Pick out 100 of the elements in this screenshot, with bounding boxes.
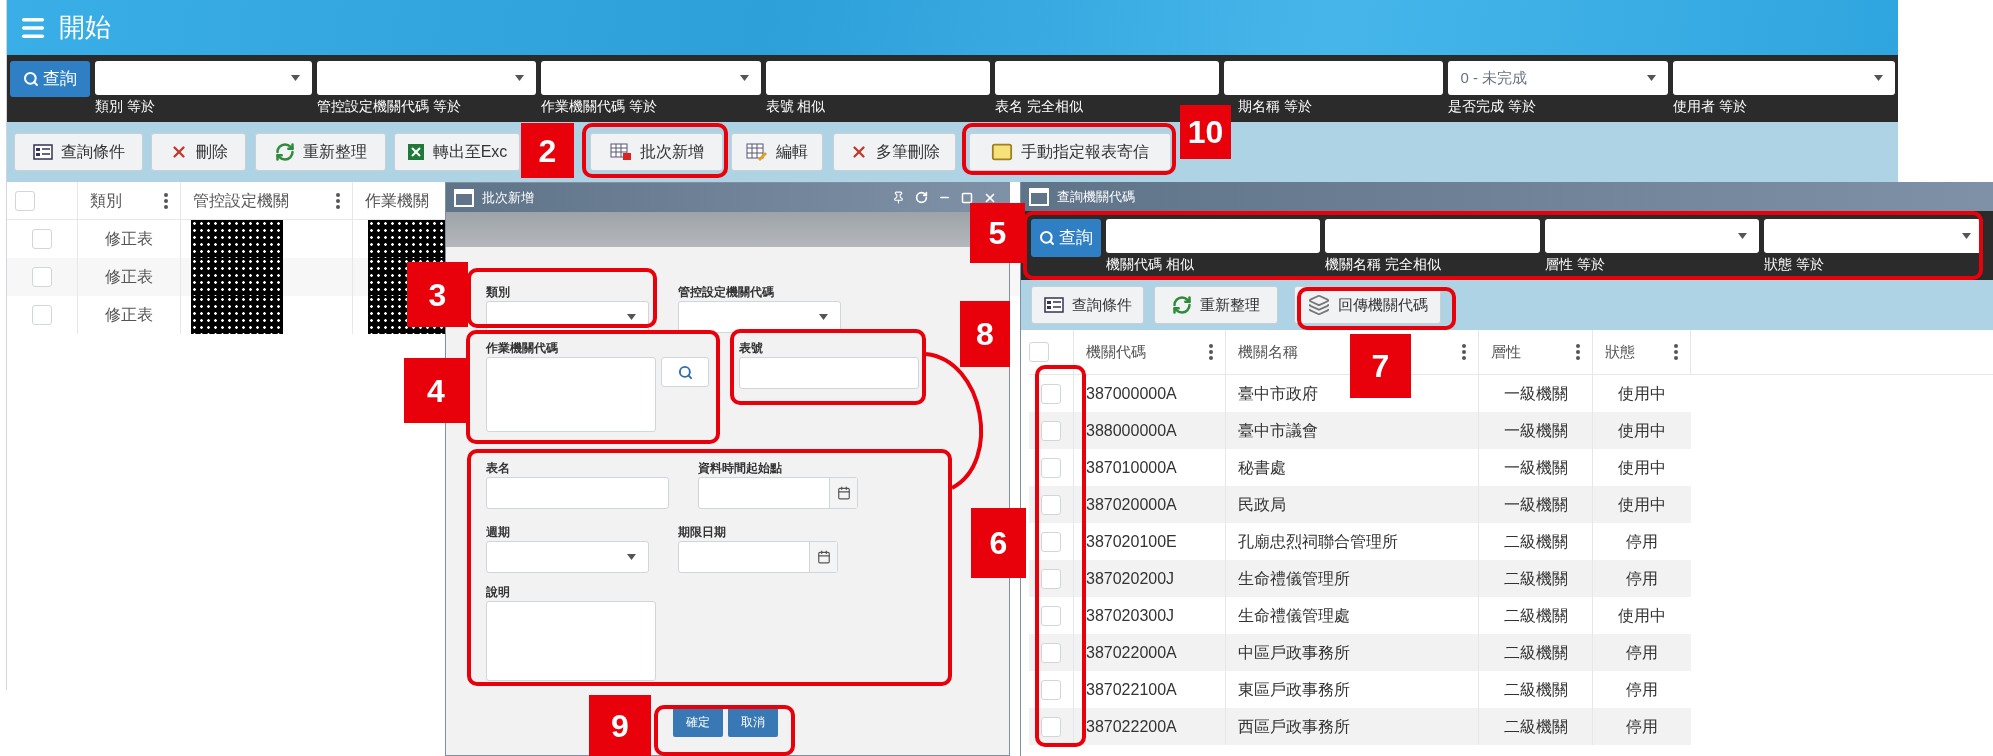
search-button[interactable] — [661, 357, 709, 387]
caret-icon — [627, 554, 636, 560]
table-cell-text: 臺中市政府 — [1238, 383, 1318, 404]
checkbox[interactable] — [1041, 420, 1061, 441]
table-cell-text: 387010000A — [1086, 457, 1177, 478]
search-button[interactable]: 查詢 — [1031, 219, 1101, 257]
search-icon — [677, 364, 693, 380]
checkbox[interactable] — [1041, 605, 1061, 626]
select-field[interactable] — [486, 541, 649, 573]
input-field[interactable] — [1324, 219, 1540, 253]
step-number: 7 — [1350, 334, 1411, 398]
field-label: 作業機關代碼 — [486, 340, 559, 357]
grid-add-icon — [609, 143, 632, 161]
form-icon — [1043, 297, 1064, 313]
toolbar-button[interactable]: 重新整理 — [1154, 286, 1278, 324]
checkbox[interactable] — [15, 190, 35, 211]
checkbox[interactable] — [1041, 642, 1061, 663]
checkbox[interactable] — [1041, 568, 1061, 589]
toolbar-button[interactable]: 編輯 — [731, 133, 823, 171]
form-icon — [32, 144, 53, 160]
input-field[interactable] — [994, 61, 1220, 95]
reload-icon[interactable] — [915, 191, 928, 204]
table-cell-text: 生命禮儀管理所 — [1238, 568, 1350, 589]
select-field[interactable] — [94, 61, 313, 95]
field-label: 期限日期 — [678, 524, 727, 541]
column-header[interactable]: 管控設定機關 — [181, 182, 353, 219]
checkbox[interactable] — [1041, 679, 1061, 700]
table-cell-text: 民政局 — [1238, 494, 1286, 515]
calendar-icon[interactable] — [816, 550, 831, 564]
date-field[interactable] — [678, 541, 838, 573]
select-field[interactable] — [1672, 61, 1895, 95]
toolbar-button[interactable]: 批次新增 — [590, 133, 723, 171]
toolbar-button[interactable]: 轉出至Exc — [394, 133, 520, 171]
checkbox[interactable] — [1041, 383, 1061, 404]
search-button[interactable]: 查詢 — [10, 61, 90, 97]
maximize-icon[interactable] — [961, 191, 973, 204]
table-cell-text: 二級機關 — [1503, 716, 1568, 737]
table-cell-text: 387020100E — [1086, 531, 1177, 552]
table-cell-text: 387022000A — [1086, 642, 1177, 663]
kebab-icon — [1462, 344, 1466, 360]
input-field[interactable] — [765, 61, 990, 95]
date-field[interactable] — [698, 477, 858, 509]
checkbox[interactable] — [1041, 716, 1061, 737]
select-field[interactable] — [317, 61, 537, 95]
pin-icon[interactable] — [892, 191, 905, 204]
toolbar-button[interactable]: 多筆刪除 — [833, 133, 956, 171]
input-field[interactable] — [739, 357, 919, 389]
select-field[interactable] — [1544, 219, 1759, 253]
table-cell-text: 一級機關 — [1503, 420, 1568, 441]
dialog-button[interactable]: 取消 — [728, 707, 778, 737]
dialog-button[interactable]: 確定 — [673, 707, 723, 737]
kebab-icon — [1674, 344, 1678, 360]
table-cell-text: 使用中 — [1618, 383, 1666, 404]
kebab-icon — [1576, 344, 1580, 360]
input-field[interactable] — [486, 477, 669, 509]
table-cell-text: 387020300J — [1086, 605, 1175, 626]
step-number: 9 — [589, 695, 651, 756]
step-number: 5 — [970, 203, 1025, 263]
field-label: 說明 — [486, 584, 511, 601]
field-label: 週期 — [486, 524, 511, 541]
caret-icon — [819, 314, 828, 320]
filter-label: 機關代碼 相似 — [1105, 255, 1195, 274]
table-cell-text: 387020000A — [1086, 494, 1177, 515]
table-cell-text: 二級機關 — [1503, 605, 1568, 626]
caret-icon — [1962, 233, 1971, 239]
textarea-field[interactable] — [486, 601, 656, 681]
input-field[interactable] — [1224, 61, 1444, 95]
checkbox[interactable] — [32, 267, 52, 287]
step-number: 10 — [1180, 105, 1231, 159]
checkbox[interactable] — [1041, 457, 1061, 478]
table-cell-text: 387022200A — [1086, 716, 1177, 737]
calendar-icon[interactable] — [836, 486, 851, 500]
refresh-icon — [274, 142, 295, 162]
select-field[interactable] — [678, 301, 841, 333]
toolbar-button[interactable]: 手動指定報表寄信 — [969, 133, 1171, 171]
checkbox[interactable] — [1041, 531, 1061, 552]
checkbox[interactable] — [32, 229, 52, 249]
table-cell-text: 中區戶政事務所 — [1238, 642, 1350, 663]
toolbar-button[interactable]: 重新整理 — [255, 133, 386, 171]
table-cell-text: 臺中市議會 — [1238, 420, 1318, 441]
kebab-icon — [164, 192, 168, 209]
table-cell-text: 東區戶政事務所 — [1238, 679, 1350, 700]
column-header[interactable]: 機關代碼 — [1074, 330, 1226, 374]
field-label: 表號 — [739, 340, 764, 357]
column-header[interactable]: 層性 — [1479, 330, 1593, 374]
column-header[interactable]: 狀態 — [1593, 330, 1691, 374]
column-header[interactable]: 類別 — [78, 182, 181, 219]
select-field[interactable]: 0 - 未完成 — [1448, 61, 1668, 95]
checkbox[interactable] — [1041, 494, 1061, 515]
textarea-field[interactable] — [486, 357, 656, 432]
table-cell-text: 孔廟忠烈祠聯合管理所 — [1238, 531, 1398, 552]
toolbar-button[interactable]: 查詢條件 — [1031, 286, 1144, 324]
checkbox[interactable] — [32, 305, 52, 325]
step-number: 4 — [404, 358, 468, 423]
input-field[interactable] — [1105, 219, 1320, 253]
filter-label: 使用者 等於 — [1672, 97, 1748, 116]
checkbox[interactable] — [1029, 342, 1049, 362]
toolbar-button[interactable]: 刪除 — [151, 133, 246, 171]
select-field[interactable] — [541, 61, 761, 95]
toolbar-button[interactable]: 查詢條件 — [14, 133, 143, 171]
